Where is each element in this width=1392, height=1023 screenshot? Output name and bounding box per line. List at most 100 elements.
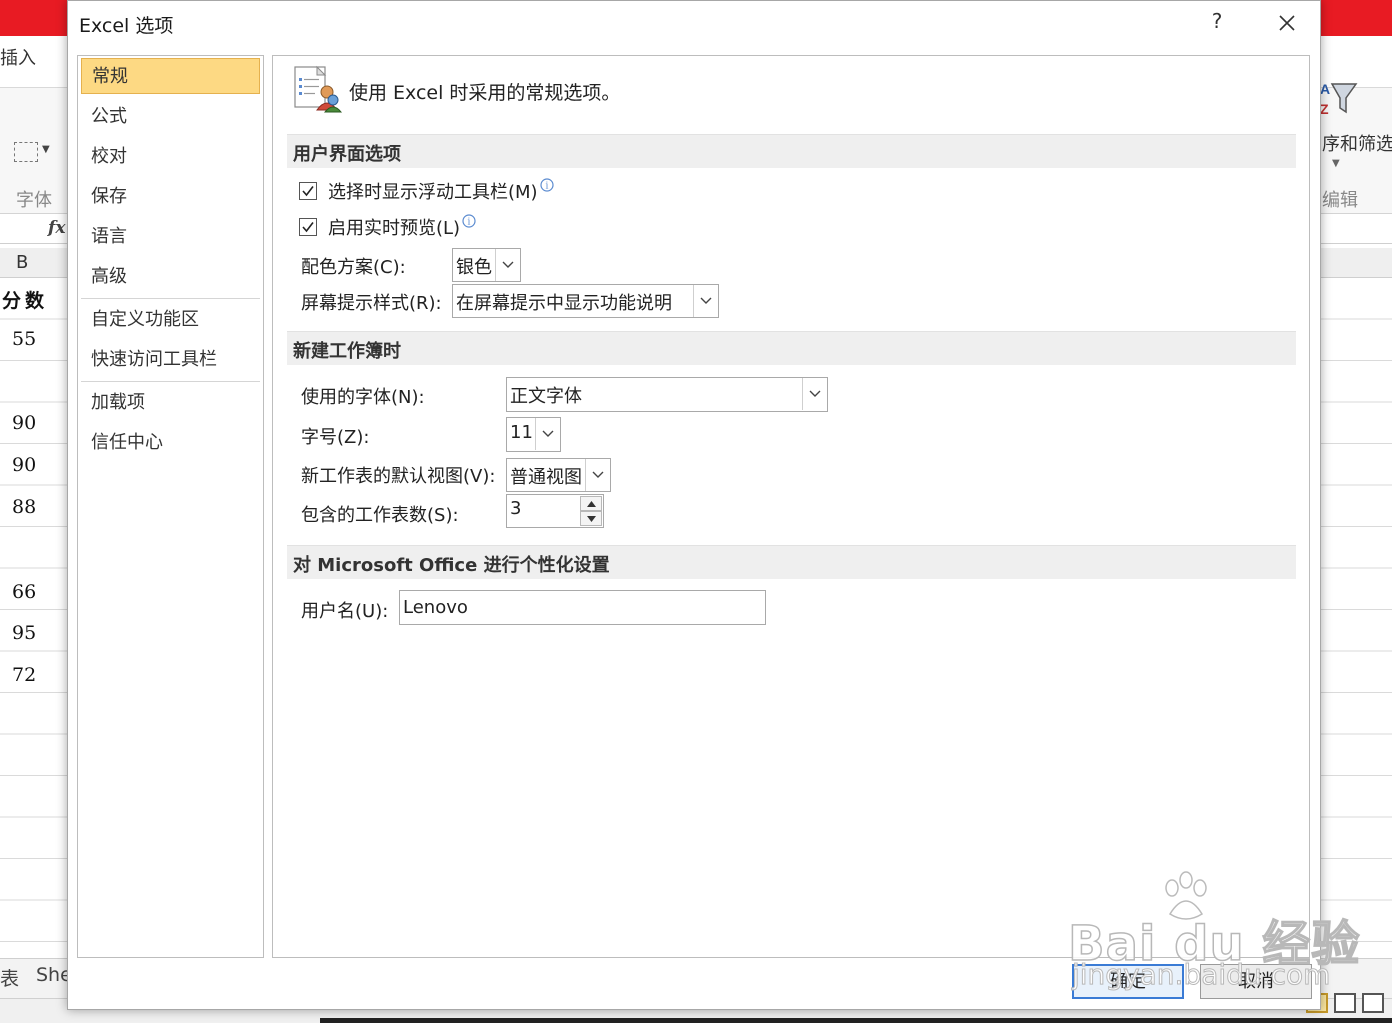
sheet-count-label: 包含的工作表数(S): xyxy=(301,505,459,526)
spin-up-button[interactable] xyxy=(580,496,602,511)
live-preview-checkbox[interactable] xyxy=(299,218,317,236)
ribbon-group-edit-label: 编辑 xyxy=(1322,190,1358,211)
close-button[interactable] xyxy=(1270,7,1304,39)
triangle-down-icon xyxy=(587,516,596,522)
page-heading: 使用 Excel 时采用的常规选项。 xyxy=(349,82,621,104)
dropdown-button[interactable] xyxy=(802,378,827,410)
nav-item-save[interactable]: 保存 xyxy=(81,179,260,215)
section-title: 新建工作簿时 xyxy=(293,341,401,362)
username-field[interactable] xyxy=(399,590,766,625)
sheet-count-spinner[interactable]: 3 xyxy=(506,494,604,528)
nav-item-proofing[interactable]: 校对 xyxy=(81,139,260,175)
spin-down-button[interactable] xyxy=(580,511,602,526)
options-content: 使用 Excel 时采用的常规选项。 用户界面选项 选择时显示浮动工具栏(M) … xyxy=(272,55,1310,958)
dropdown-button[interactable] xyxy=(585,459,610,491)
sort-filter-icon[interactable]: A Z xyxy=(1318,78,1358,118)
font-size-value: 11 xyxy=(510,422,533,443)
sheet-count-value: 3 xyxy=(510,498,522,519)
section-ui-options: 用户界面选项 xyxy=(287,134,1296,168)
default-view-value: 普通视图 xyxy=(510,467,582,488)
nav-item-language[interactable]: 语言 xyxy=(81,219,260,255)
cell-header[interactable]: 分数 xyxy=(2,286,48,313)
ribbon-group-font-label: 字体 xyxy=(16,190,52,211)
chevron-down-icon xyxy=(542,430,554,437)
mini-toolbar-checkbox[interactable] xyxy=(299,182,317,200)
nav-divider xyxy=(81,298,260,299)
nav-item-addins[interactable]: 加载项 xyxy=(81,385,260,421)
cell[interactable]: 55 xyxy=(12,328,36,350)
cell[interactable]: 90 xyxy=(12,412,36,434)
cell[interactable]: 66 xyxy=(12,581,36,603)
screentip-style-select[interactable]: 在屏幕提示中显示功能说明 xyxy=(452,284,719,318)
font-size-label: 字号(Z): xyxy=(301,427,370,448)
color-scheme-value: 银色 xyxy=(456,257,492,278)
svg-text:i: i xyxy=(545,182,548,192)
chevron-down-icon[interactable]: ▼ xyxy=(42,144,50,155)
nav-item-customize-ribbon[interactable]: 自定义功能区 xyxy=(81,302,260,338)
chevron-down-icon xyxy=(809,390,821,397)
live-preview-label[interactable]: 启用实时预览(L) xyxy=(328,214,460,240)
font-value: 正文字体 xyxy=(510,386,582,407)
page-break-view-icon[interactable] xyxy=(1362,993,1384,1013)
color-scheme-label: 配色方案(C): xyxy=(301,257,406,278)
excel-options-dialog: Excel 选项 ? 常规 公式 校对 保存 语言 高级 自定义功能区 快速访问… xyxy=(67,0,1321,1010)
svg-text:A: A xyxy=(1320,81,1330,97)
cell[interactable]: 90 xyxy=(12,454,36,476)
dialog-title: Excel 选项 xyxy=(79,15,174,37)
ok-button[interactable]: 确定 xyxy=(1072,964,1184,999)
dropdown-button[interactable] xyxy=(535,418,560,450)
function-icon[interactable]: fx xyxy=(48,218,65,238)
close-icon xyxy=(1279,15,1295,31)
column-header-b[interactable]: B xyxy=(16,252,28,273)
general-options-icon xyxy=(294,65,343,113)
dropdown-button[interactable] xyxy=(693,285,718,317)
dropdown-button[interactable] xyxy=(495,249,520,281)
mini-toolbar-option: 选择时显示浮动工具栏(M) i xyxy=(299,178,554,204)
nav-item-formulas[interactable]: 公式 xyxy=(81,99,260,135)
cancel-button[interactable]: 取消 xyxy=(1200,964,1312,999)
font-label: 使用的字体(N): xyxy=(301,387,425,408)
sheet-tab[interactable]: 表 xyxy=(0,964,19,991)
font-size-select[interactable]: 11 xyxy=(506,417,561,452)
info-icon[interactable]: i xyxy=(462,214,476,228)
screentip-style-value: 在屏幕提示中显示功能说明 xyxy=(456,293,672,314)
chevron-down-icon[interactable]: ▼ xyxy=(1332,158,1340,169)
cell[interactable]: 88 xyxy=(12,496,36,518)
svg-text:i: i xyxy=(468,218,471,228)
screentip-style-label: 屏幕提示样式(R): xyxy=(301,293,442,314)
dialog-title-bar: Excel 选项 ? xyxy=(68,1,1320,45)
username-label: 用户名(U): xyxy=(301,601,389,622)
help-button[interactable]: ? xyxy=(1202,9,1232,39)
nav-item-general[interactable]: 常规 xyxy=(81,58,260,94)
page-layout-view-icon[interactable] xyxy=(1334,993,1356,1013)
taskbar-strip xyxy=(320,1018,1392,1023)
chevron-down-icon xyxy=(502,261,514,268)
svg-text:Z: Z xyxy=(1320,101,1329,117)
cell[interactable]: 95 xyxy=(12,622,36,644)
checkmark-icon xyxy=(302,222,314,233)
section-title: 用户界面选项 xyxy=(293,144,401,165)
info-icon[interactable]: i xyxy=(539,178,554,192)
triangle-up-icon xyxy=(587,501,596,507)
color-scheme-select[interactable]: 银色 xyxy=(452,248,521,282)
nav-item-advanced[interactable]: 高级 xyxy=(81,259,260,295)
checkmark-icon xyxy=(302,186,314,197)
border-tool-icon[interactable] xyxy=(14,142,38,162)
mini-toolbar-label[interactable]: 选择时显示浮动工具栏(M) xyxy=(328,178,538,204)
chevron-down-icon xyxy=(592,471,604,478)
nav-item-quick-access[interactable]: 快速访问工具栏 xyxy=(81,342,260,378)
cell[interactable]: 72 xyxy=(12,664,36,686)
default-view-select[interactable]: 普通视图 xyxy=(506,458,611,492)
username-input[interactable] xyxy=(400,591,765,624)
options-nav: 常规 公式 校对 保存 语言 高级 自定义功能区 快速访问工具栏 加载项 信任中… xyxy=(77,55,264,958)
section-personalize: 对 Microsoft Office 进行个性化设置 xyxy=(287,545,1296,579)
ribbon-tab-insert[interactable]: 插入 xyxy=(0,44,36,70)
sort-filter-label[interactable]: 序和筛选 查 xyxy=(1322,130,1392,156)
default-view-label: 新工作表的默认视图(V): xyxy=(301,466,496,487)
font-select[interactable]: 正文字体 xyxy=(506,377,828,412)
nav-divider xyxy=(81,381,260,382)
section-new-workbook: 新建工作簿时 xyxy=(287,331,1296,365)
section-title: 对 Microsoft Office 进行个性化设置 xyxy=(293,555,610,576)
live-preview-option: 启用实时预览(L) i xyxy=(299,214,476,240)
nav-item-trust-center[interactable]: 信任中心 xyxy=(81,425,260,461)
